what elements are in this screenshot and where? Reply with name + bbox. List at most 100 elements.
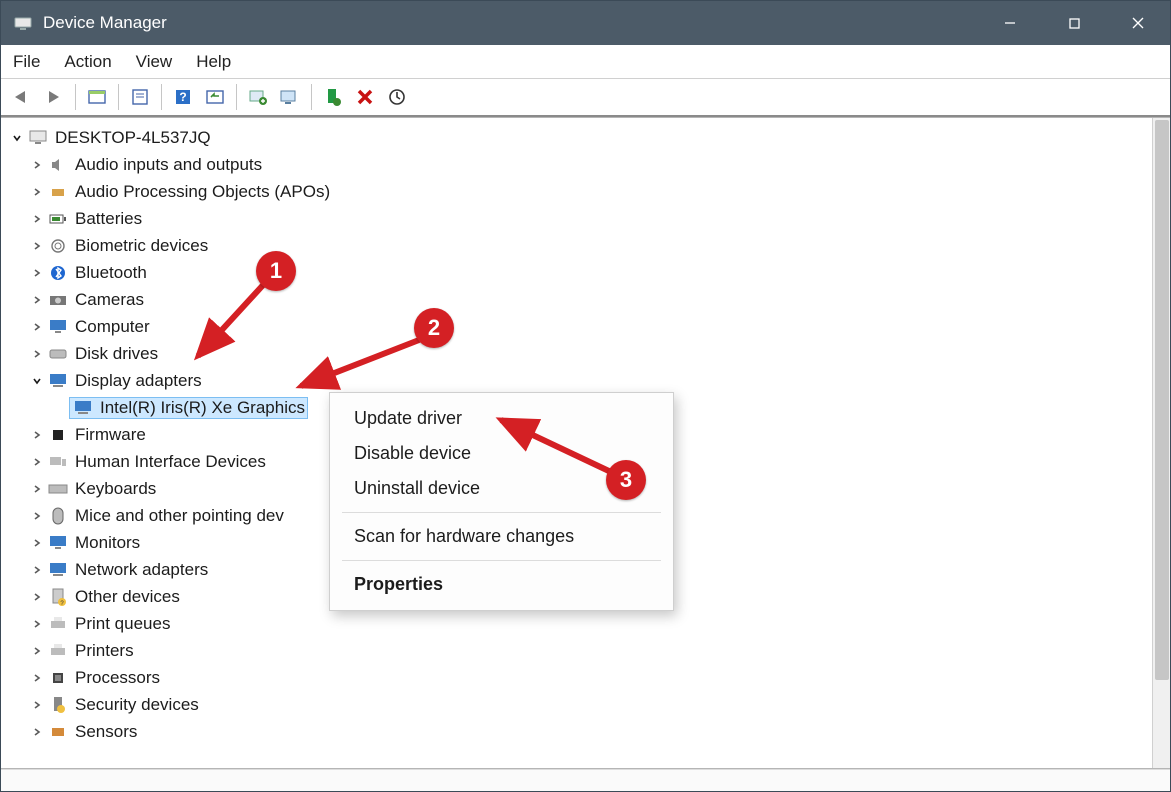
chevron-right-icon[interactable] <box>29 616 45 632</box>
chevron-right-icon[interactable] <box>29 211 45 227</box>
chevron-right-icon[interactable] <box>29 319 45 335</box>
show-hidden-button[interactable] <box>82 83 112 111</box>
chevron-right-icon[interactable] <box>29 184 45 200</box>
statusbar <box>1 769 1170 791</box>
toolbar-separator <box>161 84 162 110</box>
chevron-right-icon[interactable] <box>29 643 45 659</box>
chevron-right-icon[interactable] <box>29 346 45 362</box>
tree-item[interactable]: Audio inputs and outputs <box>29 151 1148 178</box>
tree-item[interactable]: Security devices <box>29 691 1148 718</box>
chevron-right-icon[interactable] <box>29 427 45 443</box>
tree-label: Human Interface Devices <box>75 452 266 472</box>
tree-root[interactable]: DESKTOP-4L537JQ <box>9 124 1148 151</box>
display-adapter-icon <box>47 371 69 391</box>
menu-action[interactable]: Action <box>64 52 111 72</box>
annotation-badge-3: 3 <box>606 460 646 500</box>
menubar: File Action View Help <box>1 45 1170 79</box>
svg-text:?: ? <box>179 90 186 104</box>
tree-item[interactable]: Audio Processing Objects (APOs) <box>29 178 1148 205</box>
menu-help[interactable]: Help <box>196 52 231 72</box>
ctx-scan-hardware[interactable]: Scan for hardware changes <box>330 519 673 554</box>
help-button[interactable]: ? <box>168 83 198 111</box>
speaker-icon <box>47 155 69 175</box>
tree-label: Computer <box>75 317 150 337</box>
bluetooth-icon <box>47 263 69 283</box>
mouse-icon <box>47 506 69 526</box>
menu-view[interactable]: View <box>136 52 173 72</box>
tree-item[interactable]: Biometric devices <box>29 232 1148 259</box>
properties-button[interactable] <box>125 83 155 111</box>
chevron-right-icon[interactable] <box>29 670 45 686</box>
disable-device-button[interactable] <box>350 83 380 111</box>
window-controls <box>978 1 1170 45</box>
chevron-right-icon[interactable] <box>29 508 45 524</box>
chevron-right-icon[interactable] <box>29 292 45 308</box>
tree-label: Biometric devices <box>75 236 208 256</box>
scan-hardware-button[interactable] <box>382 83 412 111</box>
tree-label: Firmware <box>75 425 146 445</box>
window-title: Device Manager <box>43 13 167 33</box>
tree-item[interactable]: Batteries <box>29 205 1148 232</box>
security-icon <box>47 695 69 715</box>
chevron-down-icon[interactable] <box>9 130 25 146</box>
tree-item[interactable]: Print queues <box>29 610 1148 637</box>
minimize-button[interactable] <box>978 1 1042 45</box>
titlebar: Device Manager <box>1 1 1170 45</box>
chip-icon <box>47 425 69 445</box>
forward-button[interactable] <box>39 83 69 111</box>
menu-file[interactable]: File <box>13 52 40 72</box>
toolbar-separator <box>311 84 312 110</box>
chevron-right-icon[interactable] <box>29 265 45 281</box>
update-driver-button[interactable] <box>243 83 273 111</box>
tree-panel: DESKTOP-4L537JQ Audio inputs and outputs… <box>1 117 1170 769</box>
chevron-right-icon[interactable] <box>29 697 45 713</box>
tree-label: Keyboards <box>75 479 156 499</box>
chevron-down-icon[interactable] <box>29 373 45 389</box>
tree-item[interactable]: Processors <box>29 664 1148 691</box>
toolbar-separator <box>236 84 237 110</box>
scrollbar-thumb[interactable] <box>1155 120 1169 680</box>
tree-label: Cameras <box>75 290 144 310</box>
hid-icon <box>47 452 69 472</box>
printer-icon <box>47 641 69 661</box>
tree-item[interactable]: Sensors <box>29 718 1148 745</box>
refresh-button[interactable] <box>200 83 230 111</box>
close-button[interactable] <box>1106 1 1170 45</box>
chevron-right-icon[interactable] <box>29 238 45 254</box>
ctx-separator <box>342 560 661 561</box>
fingerprint-icon <box>47 236 69 256</box>
tree-label: Processors <box>75 668 160 688</box>
tree-label: Mice and other pointing dev <box>75 506 284 526</box>
computer-node-icon <box>27 128 49 148</box>
maximize-button[interactable] <box>1042 1 1106 45</box>
back-button[interactable] <box>7 83 37 111</box>
chevron-right-icon[interactable] <box>29 589 45 605</box>
annotation-arrow-1 <box>186 278 276 368</box>
annotation-arrow-2 <box>289 336 429 396</box>
tree-label-selected: Intel(R) Iris(R) Xe Graphics <box>100 398 305 418</box>
ctx-properties[interactable]: Properties <box>330 567 673 602</box>
vertical-scrollbar[interactable] <box>1152 118 1170 768</box>
tree-label: Monitors <box>75 533 140 553</box>
chevron-right-icon[interactable] <box>29 157 45 173</box>
disk-icon <box>47 344 69 364</box>
tree-item[interactable]: Printers <box>29 637 1148 664</box>
chevron-right-icon[interactable] <box>29 535 45 551</box>
tree-label: Printers <box>75 641 134 661</box>
annotation-badge-2: 2 <box>414 308 454 348</box>
chevron-right-icon[interactable] <box>29 454 45 470</box>
printer-icon <box>47 614 69 634</box>
tree-label: Audio Processing Objects (APOs) <box>75 182 330 202</box>
device-tree[interactable]: DESKTOP-4L537JQ Audio inputs and outputs… <box>1 118 1152 768</box>
chevron-right-icon[interactable] <box>29 724 45 740</box>
processor-icon <box>47 668 69 688</box>
toolbar: ? <box>1 79 1170 117</box>
uninstall-driver-button[interactable] <box>275 83 305 111</box>
enable-device-button[interactable] <box>318 83 348 111</box>
tree-item-display-adapters[interactable]: Display adapters <box>29 367 1148 394</box>
battery-icon <box>47 209 69 229</box>
tree-label: Bluetooth <box>75 263 147 283</box>
chevron-right-icon[interactable] <box>29 481 45 497</box>
tree-label: Sensors <box>75 722 137 742</box>
chevron-right-icon[interactable] <box>29 562 45 578</box>
